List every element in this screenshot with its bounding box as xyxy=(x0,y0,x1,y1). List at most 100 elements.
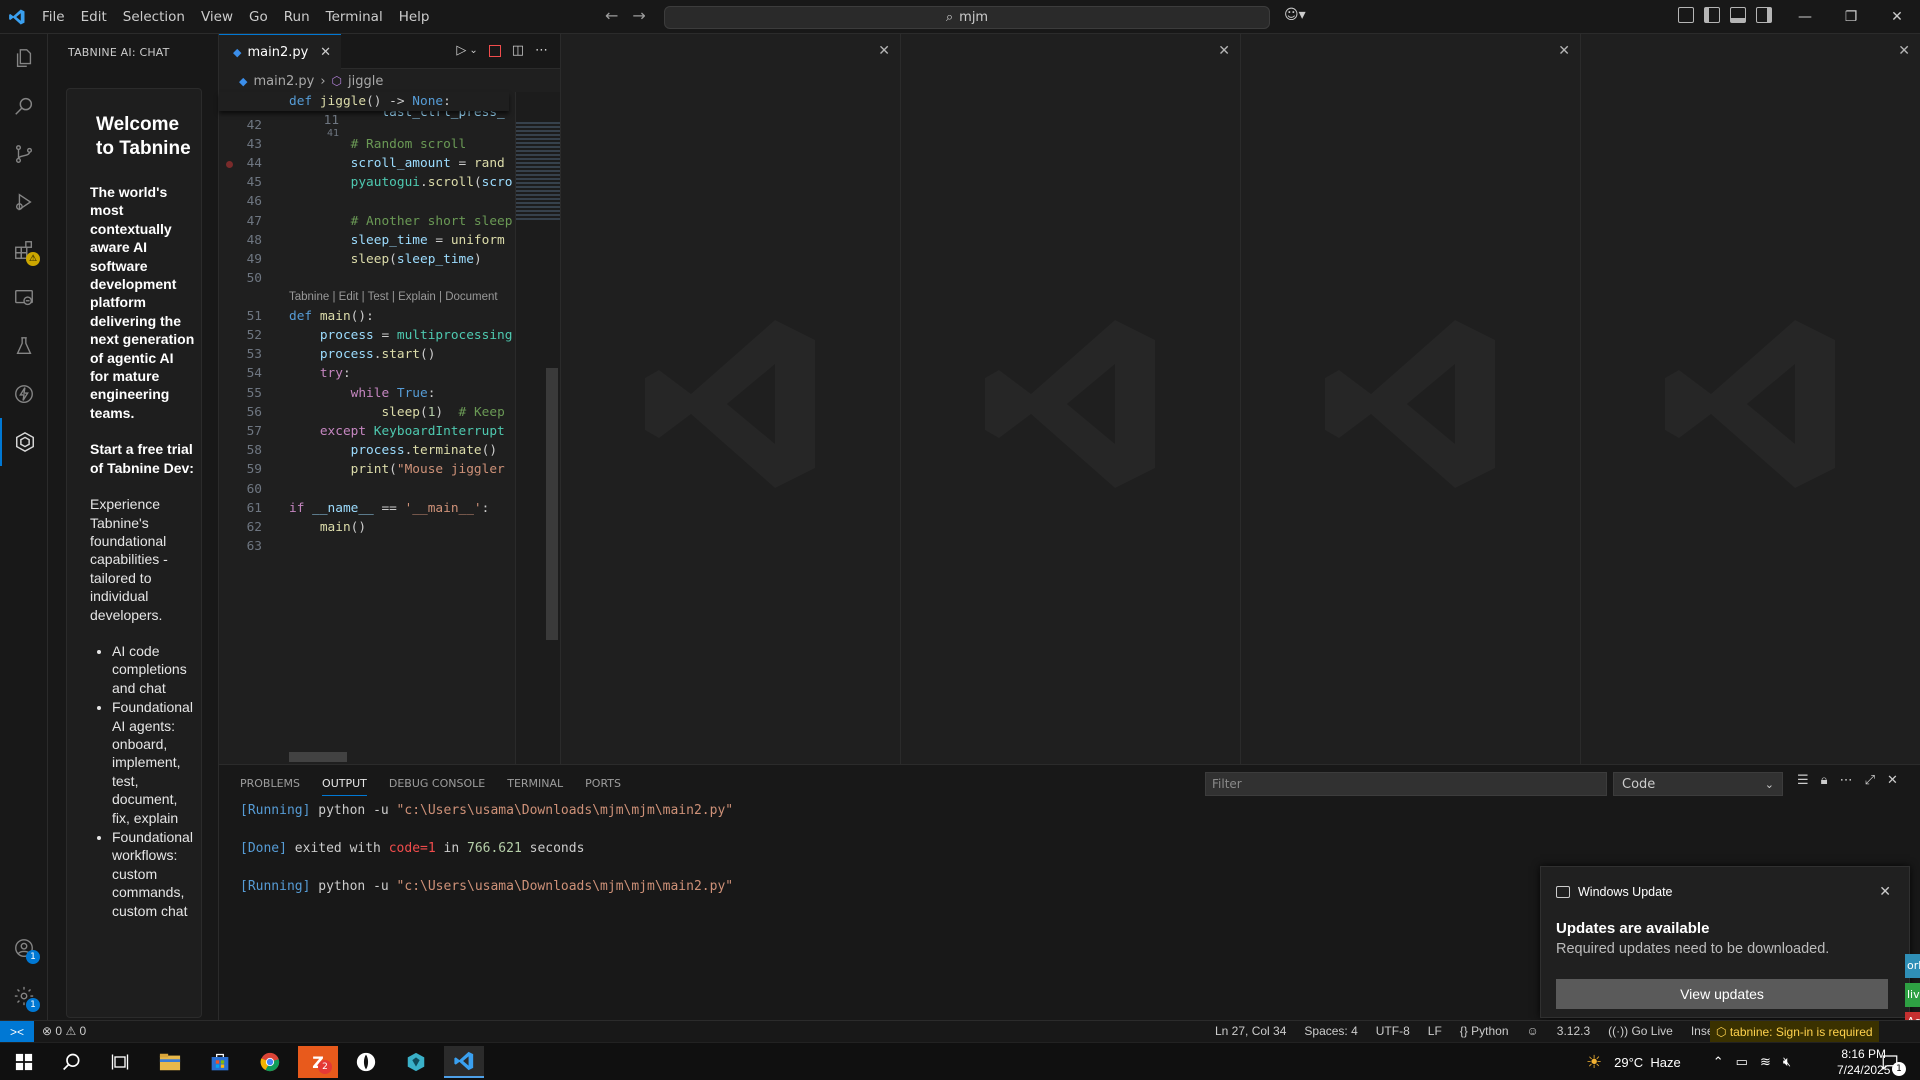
app-icon[interactable] xyxy=(396,1046,436,1078)
source-control-icon[interactable] xyxy=(0,130,48,178)
horizontal-scrollbar[interactable] xyxy=(289,752,347,762)
run-debug-icon[interactable] xyxy=(0,178,48,226)
notification-source: Windows Update xyxy=(1578,885,1673,899)
close-group-icon[interactable]: ✕ xyxy=(1558,43,1570,59)
weather-text[interactable]: 29°C Haze xyxy=(1614,1055,1681,1070)
stop-code-run-icon[interactable] xyxy=(488,45,501,57)
menu-edit[interactable]: Edit xyxy=(73,9,115,25)
wifi-icon[interactable]: ≋ xyxy=(1760,1054,1771,1070)
tab-label: main2.py xyxy=(247,44,309,60)
explorer-icon[interactable] xyxy=(0,34,48,82)
language-mode[interactable]: {} Python xyxy=(1460,1024,1509,1038)
indentation[interactable]: Spaces: 4 xyxy=(1304,1024,1357,1038)
run-python-icon[interactable]: ▷ xyxy=(456,43,466,58)
menu-view[interactable]: View xyxy=(193,9,241,25)
close-group-icon[interactable]: ✕ xyxy=(1898,43,1910,59)
breadcrumb-file[interactable]: main2.py xyxy=(253,74,314,89)
split-editor-icon[interactable]: ◫ xyxy=(512,43,524,58)
customize-layout-icon[interactable] xyxy=(1678,7,1694,23)
cursor-position[interactable]: Ln 27, Col 34 xyxy=(1215,1024,1286,1038)
chrome-icon[interactable] xyxy=(250,1046,290,1078)
close-tab-icon[interactable]: ✕ xyxy=(320,45,331,60)
menu-help[interactable]: Help xyxy=(391,9,438,25)
volume-muted-icon[interactable]: 🔇︎ xyxy=(1783,1054,1791,1070)
close-notification-icon[interactable]: ✕ xyxy=(1879,883,1891,900)
maximize-panel-icon[interactable]: ⤢ xyxy=(1865,773,1875,788)
code-editor[interactable]: 11 def jiggle() -> None: 41 last_ctrl_pre… xyxy=(219,92,512,792)
weather-icon[interactable]: ☀ xyxy=(1586,1052,1602,1073)
windows-start-icon[interactable] xyxy=(4,1046,44,1078)
editor-tabs: ◆ main2.py ✕ ▷ ⌄ ◫ ⋯ xyxy=(219,34,560,69)
close-panel-icon[interactable]: ✕ xyxy=(1887,773,1898,788)
tabnine-codelens[interactable]: Tabnine | Edit | Test | Explain | Docume… xyxy=(289,288,498,307)
close-group-icon[interactable]: ✕ xyxy=(1218,43,1230,59)
output-channel-value: Code xyxy=(1622,776,1656,792)
zoom-app-icon[interactable]: Z 2 xyxy=(298,1046,338,1078)
menu-selection[interactable]: Selection xyxy=(115,9,193,25)
go-live-button[interactable]: ((·)) Go Live xyxy=(1608,1024,1673,1038)
taskbar-search-icon[interactable] xyxy=(52,1046,92,1078)
lightning-icon[interactable] xyxy=(0,370,48,418)
output-filter-input[interactable]: Filter xyxy=(1205,772,1607,796)
vscode-watermark-icon xyxy=(645,320,815,488)
output-channel-select[interactable]: Code ⌄ xyxy=(1613,772,1783,796)
lock-scroll-icon[interactable]: 🔒︎ xyxy=(1821,773,1828,788)
menu-terminal[interactable]: Terminal xyxy=(318,9,391,25)
breadcrumb-symbol[interactable]: jiggle xyxy=(348,74,383,89)
toggle-panel-icon[interactable] xyxy=(1730,7,1746,23)
remote-explorer-icon[interactable] xyxy=(0,274,48,322)
tab-problems[interactable]: PROBLEMS xyxy=(240,777,300,790)
problems-status[interactable]: ⊗ 0 ⚠ 0 xyxy=(42,1024,86,1038)
toggle-secondary-sidebar-icon[interactable] xyxy=(1756,7,1772,23)
vscode-taskbar-icon[interactable] xyxy=(444,1046,484,1078)
more-actions-icon[interactable]: ⋯ xyxy=(535,43,548,58)
minimize-button[interactable]: — xyxy=(1782,0,1828,34)
toggle-primary-sidebar-icon[interactable] xyxy=(1704,7,1720,23)
breakpoint-hint-icon[interactable] xyxy=(226,161,233,168)
task-view-icon[interactable] xyxy=(100,1046,140,1078)
menu-go[interactable]: Go xyxy=(241,9,276,25)
settings-gear-icon[interactable]: 1 xyxy=(0,972,48,1020)
forward-arrow-icon[interactable]: → xyxy=(632,6,645,25)
tab-debug-console[interactable]: DEBUG CONSOLE xyxy=(389,777,485,790)
menu-run[interactable]: Run xyxy=(276,9,318,25)
method-symbol-icon: ⬡ xyxy=(331,74,342,88)
vertical-scrollbar[interactable] xyxy=(546,368,558,640)
close-window-button[interactable]: ✕ xyxy=(1874,0,1920,34)
copilot-status-icon[interactable]: ☺ xyxy=(1527,1024,1539,1038)
tab-output[interactable]: OUTPUT xyxy=(322,777,367,796)
code-line: 58 process.terminate() xyxy=(246,443,498,458)
search-icon[interactable] xyxy=(0,82,48,130)
run-dropdown-chevron-icon[interactable]: ⌄ xyxy=(469,45,477,58)
tab-main2-py[interactable]: ◆ main2.py ✕ xyxy=(219,34,341,69)
battery-icon[interactable]: ▭ xyxy=(1736,1054,1748,1070)
end-of-line[interactable]: LF xyxy=(1428,1024,1442,1038)
action-center-icon[interactable]: 1 xyxy=(1870,1046,1910,1078)
file-explorer-icon[interactable] xyxy=(150,1046,190,1078)
edge-tab[interactable]: ork xyxy=(1905,954,1920,978)
restore-button[interactable]: ❐ xyxy=(1828,0,1874,34)
remote-indicator-icon[interactable]: >< xyxy=(0,1021,34,1043)
back-arrow-icon[interactable]: ← xyxy=(605,6,618,25)
clear-output-icon[interactable]: ☰ xyxy=(1797,773,1809,788)
tabnine-icon[interactable] xyxy=(0,418,48,466)
microsoft-store-icon[interactable] xyxy=(200,1046,240,1078)
view-updates-button[interactable]: View updates xyxy=(1556,979,1888,1009)
tabnine-status[interactable]: ⬡ tabnine: Sign-in is required xyxy=(1710,1021,1879,1043)
app-icon[interactable] xyxy=(346,1046,386,1078)
python-interpreter[interactable]: 3.12.3 xyxy=(1557,1024,1590,1038)
windows-update-icon xyxy=(1556,886,1570,898)
more-actions-icon[interactable]: ⋯ xyxy=(1840,773,1853,788)
edge-tab[interactable]: live xyxy=(1905,983,1920,1007)
account-icon[interactable]: 1 xyxy=(0,924,48,972)
menu-file[interactable]: File xyxy=(34,9,73,25)
show-hidden-icons-chevron-icon[interactable]: ⌃ xyxy=(1713,1054,1724,1070)
tab-ports[interactable]: PORTS xyxy=(585,777,621,790)
extensions-icon[interactable]: ⚠ xyxy=(0,226,48,274)
tab-terminal[interactable]: TERMINAL xyxy=(507,777,563,790)
encoding[interactable]: UTF-8 xyxy=(1376,1024,1410,1038)
testing-icon[interactable] xyxy=(0,322,48,370)
command-center-search[interactable]: ⌕ mjm xyxy=(664,6,1270,29)
copilot-icon[interactable]: ☺▾ xyxy=(1284,7,1306,23)
close-group-icon[interactable]: ✕ xyxy=(878,43,890,59)
